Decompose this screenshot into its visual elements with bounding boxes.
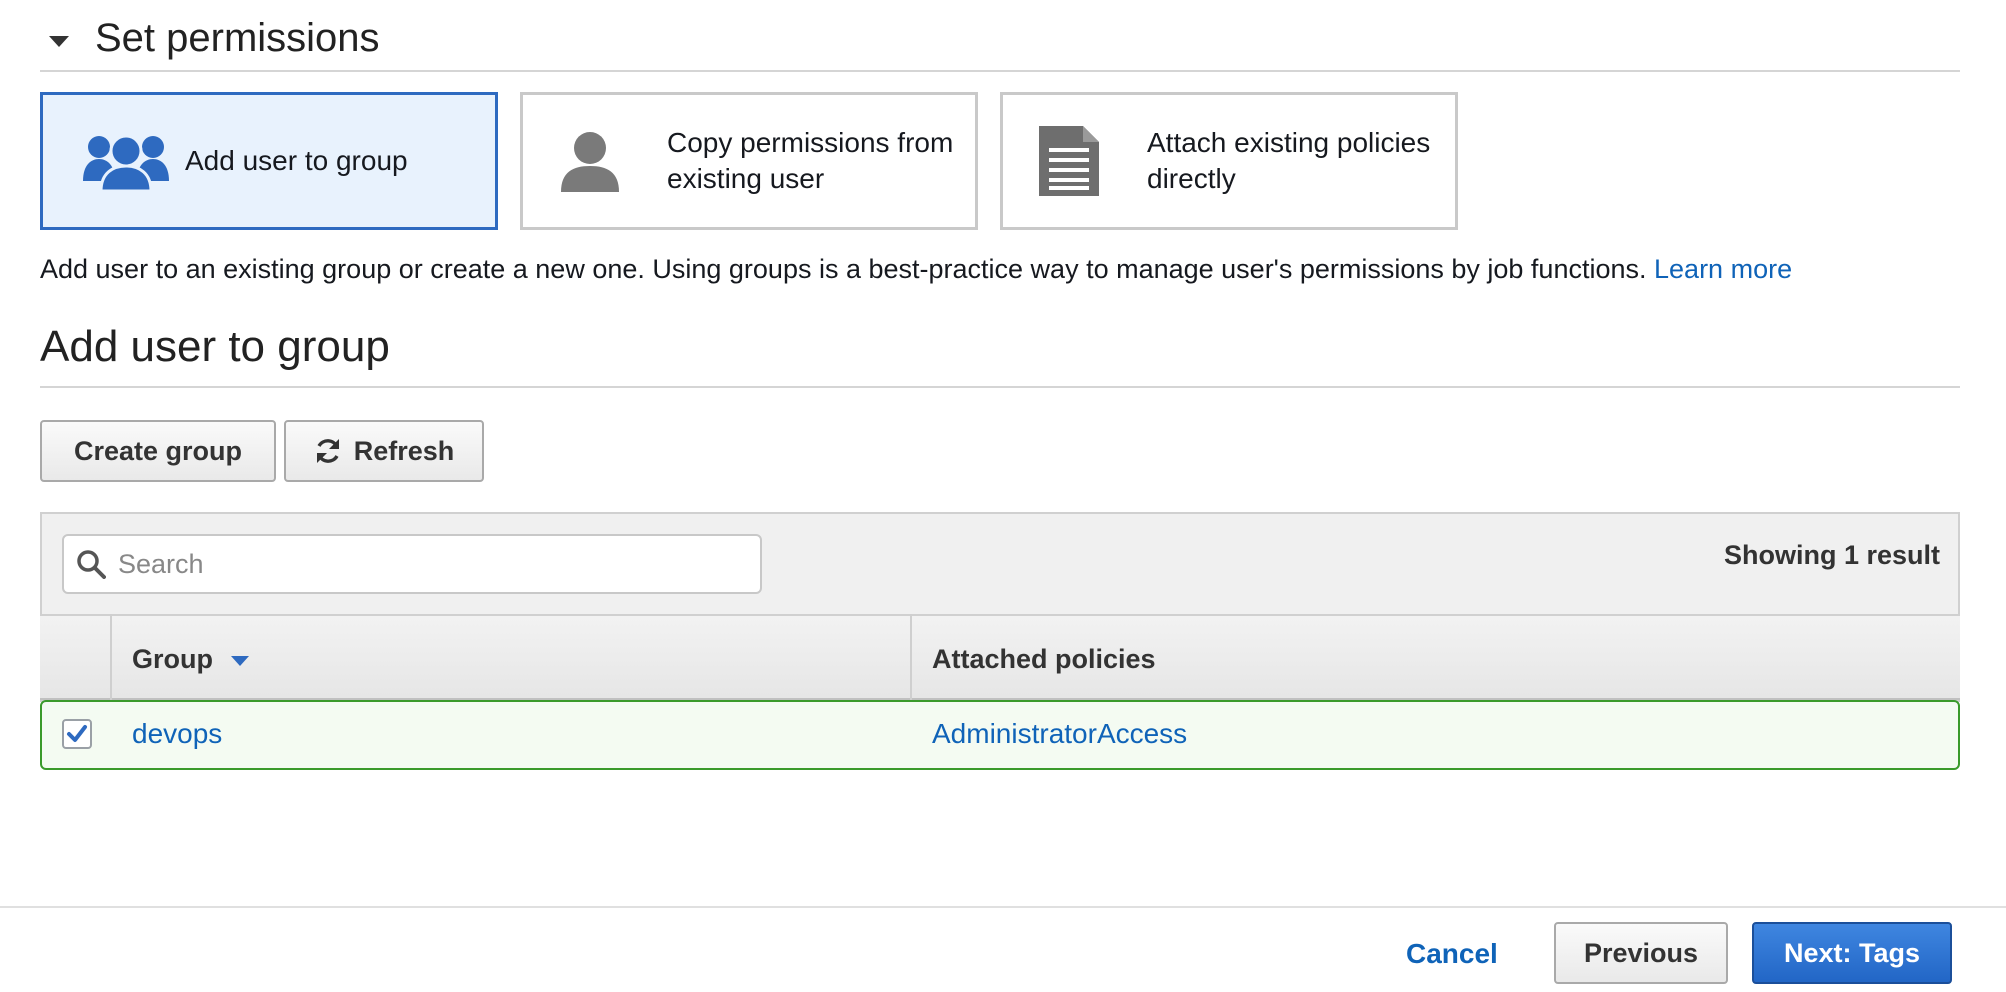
permissions-description: Add user to an existing group or create … xyxy=(40,254,1792,285)
next-tags-button[interactable]: Next: Tags xyxy=(1752,922,1952,984)
learn-more-link[interactable]: Learn more xyxy=(1654,254,1792,284)
previous-label: Previous xyxy=(1583,937,1699,968)
create-group-button[interactable]: Create group xyxy=(40,420,276,482)
row-checkbox[interactable] xyxy=(62,719,92,749)
refresh-label: Refresh xyxy=(353,435,455,466)
policy-link[interactable]: AdministratorAccess xyxy=(932,718,1187,750)
checkmark-icon xyxy=(67,725,87,742)
section-divider xyxy=(40,70,1960,72)
user-icon xyxy=(557,130,623,192)
column-header-group[interactable]: Group xyxy=(132,644,249,675)
caret-down-icon[interactable] xyxy=(49,35,69,47)
footer-divider xyxy=(0,906,2006,908)
refresh-button[interactable]: Refresh xyxy=(284,420,484,482)
previous-button[interactable]: Previous xyxy=(1554,922,1728,984)
column-divider xyxy=(910,614,912,700)
search-input[interactable] xyxy=(116,547,720,581)
option-copy-permissions[interactable]: Copy permissions from existing user xyxy=(520,92,978,230)
option-add-user-to-group[interactable]: Add user to group xyxy=(40,92,498,230)
column-header-label: Group xyxy=(132,644,213,674)
refresh-icon xyxy=(314,437,342,465)
option-label: Add user to group xyxy=(185,145,408,176)
users-group-icon xyxy=(67,129,185,193)
sort-descending-icon xyxy=(231,655,249,666)
group-section-title: Add user to group xyxy=(40,322,390,371)
document-icon xyxy=(1037,126,1101,196)
iam-add-user-permissions-page: Set permissions Add user to group Copy p… xyxy=(0,0,2006,992)
set-permissions-header[interactable]: Set permissions xyxy=(40,8,1960,68)
section-title: Set permissions xyxy=(95,15,380,60)
cancel-button[interactable]: Cancel xyxy=(1406,938,1498,970)
option-label: Copy permissions from existing user xyxy=(667,127,954,194)
group-name-link[interactable]: devops xyxy=(132,718,222,750)
column-header-attached-policies[interactable]: Attached policies xyxy=(932,644,1156,675)
next-label: Next: Tags xyxy=(1783,937,1921,968)
search-field[interactable] xyxy=(62,534,762,594)
group-section-divider xyxy=(40,386,1960,388)
result-count: Showing 1 result xyxy=(1723,540,1940,570)
option-attach-policies[interactable]: Attach existing policies directly xyxy=(1000,92,1458,230)
search-icon xyxy=(76,549,106,579)
option-label: Attach existing policies directly xyxy=(1147,127,1431,194)
description-text: Add user to an existing group or create … xyxy=(40,254,1647,284)
column-divider xyxy=(110,614,112,700)
create-group-label: Create group xyxy=(73,435,243,466)
